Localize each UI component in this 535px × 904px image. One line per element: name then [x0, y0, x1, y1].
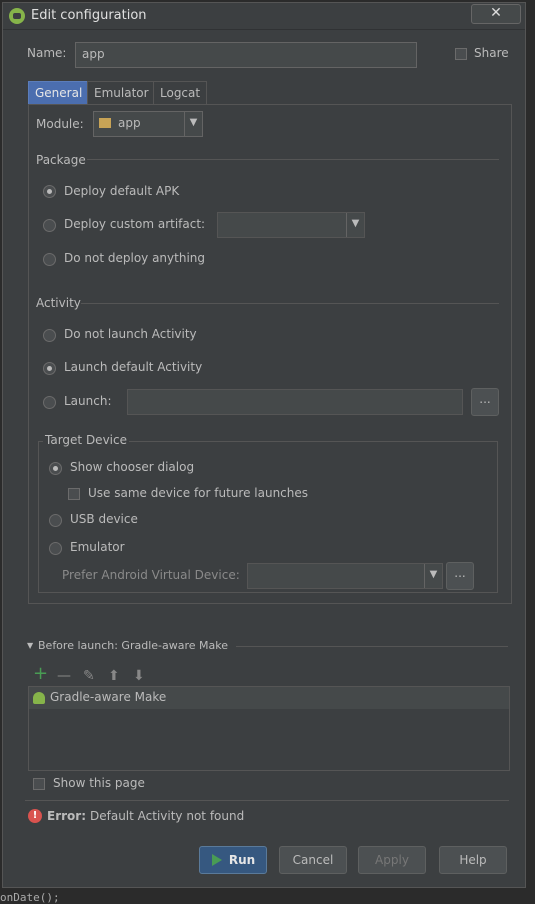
use-same-device-checkbox[interactable]	[68, 488, 80, 500]
show-this-page-label: Show this page	[53, 776, 145, 790]
module-value: app	[118, 116, 141, 130]
deploy-default-apk-label: Deploy default APK	[64, 184, 180, 198]
avd-select[interactable]: ▼	[247, 563, 443, 589]
error-icon: !	[28, 809, 42, 823]
apply-button[interactable]: Apply	[358, 846, 426, 874]
launch-default-label: Launch default Activity	[64, 360, 203, 374]
window-title: Edit configuration	[31, 8, 147, 23]
artifact-select[interactable]: ▼	[217, 212, 365, 238]
module-select[interactable]: app ▼	[93, 111, 203, 137]
help-button[interactable]: Help	[439, 846, 507, 874]
name-label: Name:	[27, 46, 67, 60]
run-label: Run	[228, 853, 256, 867]
name-input[interactable]: app	[75, 42, 417, 68]
background-editor-text: onDate();	[0, 891, 60, 904]
deploy-default-apk-radio[interactable]	[43, 185, 56, 198]
error-divider	[25, 800, 509, 801]
deploy-custom-artifact-label: Deploy custom artifact:	[64, 217, 206, 231]
deploy-custom-artifact-radio[interactable]	[43, 219, 56, 232]
emulator-radio[interactable]	[49, 542, 62, 555]
edit-configuration-dialog: Edit configuration ✕ Name: app Share Gen…	[2, 2, 526, 888]
remove-icon[interactable]: —	[57, 668, 71, 684]
launch-radio[interactable]	[43, 396, 56, 409]
tab-logcat[interactable]: Logcat	[153, 81, 208, 105]
play-icon	[212, 854, 222, 866]
launch-browse-button[interactable]: ...	[471, 388, 499, 416]
collapse-arrow-icon[interactable]: ▼	[27, 641, 33, 650]
launch-label: Launch:	[64, 394, 112, 408]
do-not-launch-radio[interactable]	[43, 329, 56, 342]
move-down-icon[interactable]: ⬇	[133, 668, 145, 684]
module-label: Module:	[36, 117, 84, 131]
error-message: Default Activity not found	[90, 809, 245, 823]
package-divider	[87, 159, 499, 160]
list-item[interactable]: Gradle-aware Make	[29, 687, 509, 709]
share-label: Share	[474, 46, 509, 60]
before-launch-divider	[236, 646, 508, 647]
activity-section-title: Activity	[36, 296, 81, 310]
close-button[interactable]: ✕	[471, 4, 521, 24]
show-this-page-checkbox[interactable]	[33, 778, 45, 790]
module-folder-icon	[99, 118, 111, 128]
target-device-title: Target Device	[43, 433, 129, 447]
run-button[interactable]: Run	[199, 846, 267, 874]
android-icon	[33, 692, 45, 704]
before-launch-list: Gradle-aware Make	[28, 686, 510, 771]
emulator-label: Emulator	[70, 540, 125, 554]
tab-emulator[interactable]: Emulator	[87, 81, 156, 105]
cancel-button[interactable]: Cancel	[279, 846, 347, 874]
package-section-title: Package	[36, 153, 86, 167]
gradle-make-label: Gradle-aware Make	[50, 690, 167, 704]
share-checkbox[interactable]	[455, 48, 467, 60]
add-icon[interactable]: +	[33, 663, 48, 684]
do-not-deploy-label: Do not deploy anything	[64, 251, 205, 265]
move-up-icon[interactable]: ⬆	[108, 668, 120, 684]
edit-pencil-icon[interactable]: ✎	[83, 668, 95, 684]
prefer-avd-label: Prefer Android Virtual Device:	[62, 568, 240, 582]
show-chooser-label: Show chooser dialog	[70, 460, 195, 474]
activity-divider	[81, 303, 499, 304]
usb-device-radio[interactable]	[49, 514, 62, 527]
tab-general[interactable]: General	[28, 81, 90, 105]
avd-browse-button[interactable]: ...	[446, 562, 474, 590]
chevron-down-icon[interactable]: ▼	[346, 213, 364, 237]
show-chooser-radio[interactable]	[49, 462, 62, 475]
before-launch-title: Before launch: Gradle-aware Make	[38, 639, 228, 652]
launch-activity-input[interactable]	[127, 389, 463, 415]
use-same-device-label: Use same device for future launches	[88, 486, 309, 500]
android-studio-icon	[9, 8, 25, 24]
do-not-launch-label: Do not launch Activity	[64, 327, 197, 341]
do-not-deploy-radio[interactable]	[43, 253, 56, 266]
launch-default-radio[interactable]	[43, 362, 56, 375]
usb-device-label: USB device	[70, 512, 138, 526]
chevron-down-icon[interactable]: ▼	[424, 564, 442, 588]
title-bar[interactable]: Edit configuration ✕	[3, 3, 525, 30]
error-prefix: Error:	[47, 809, 86, 823]
chevron-down-icon[interactable]: ▼	[184, 112, 202, 136]
